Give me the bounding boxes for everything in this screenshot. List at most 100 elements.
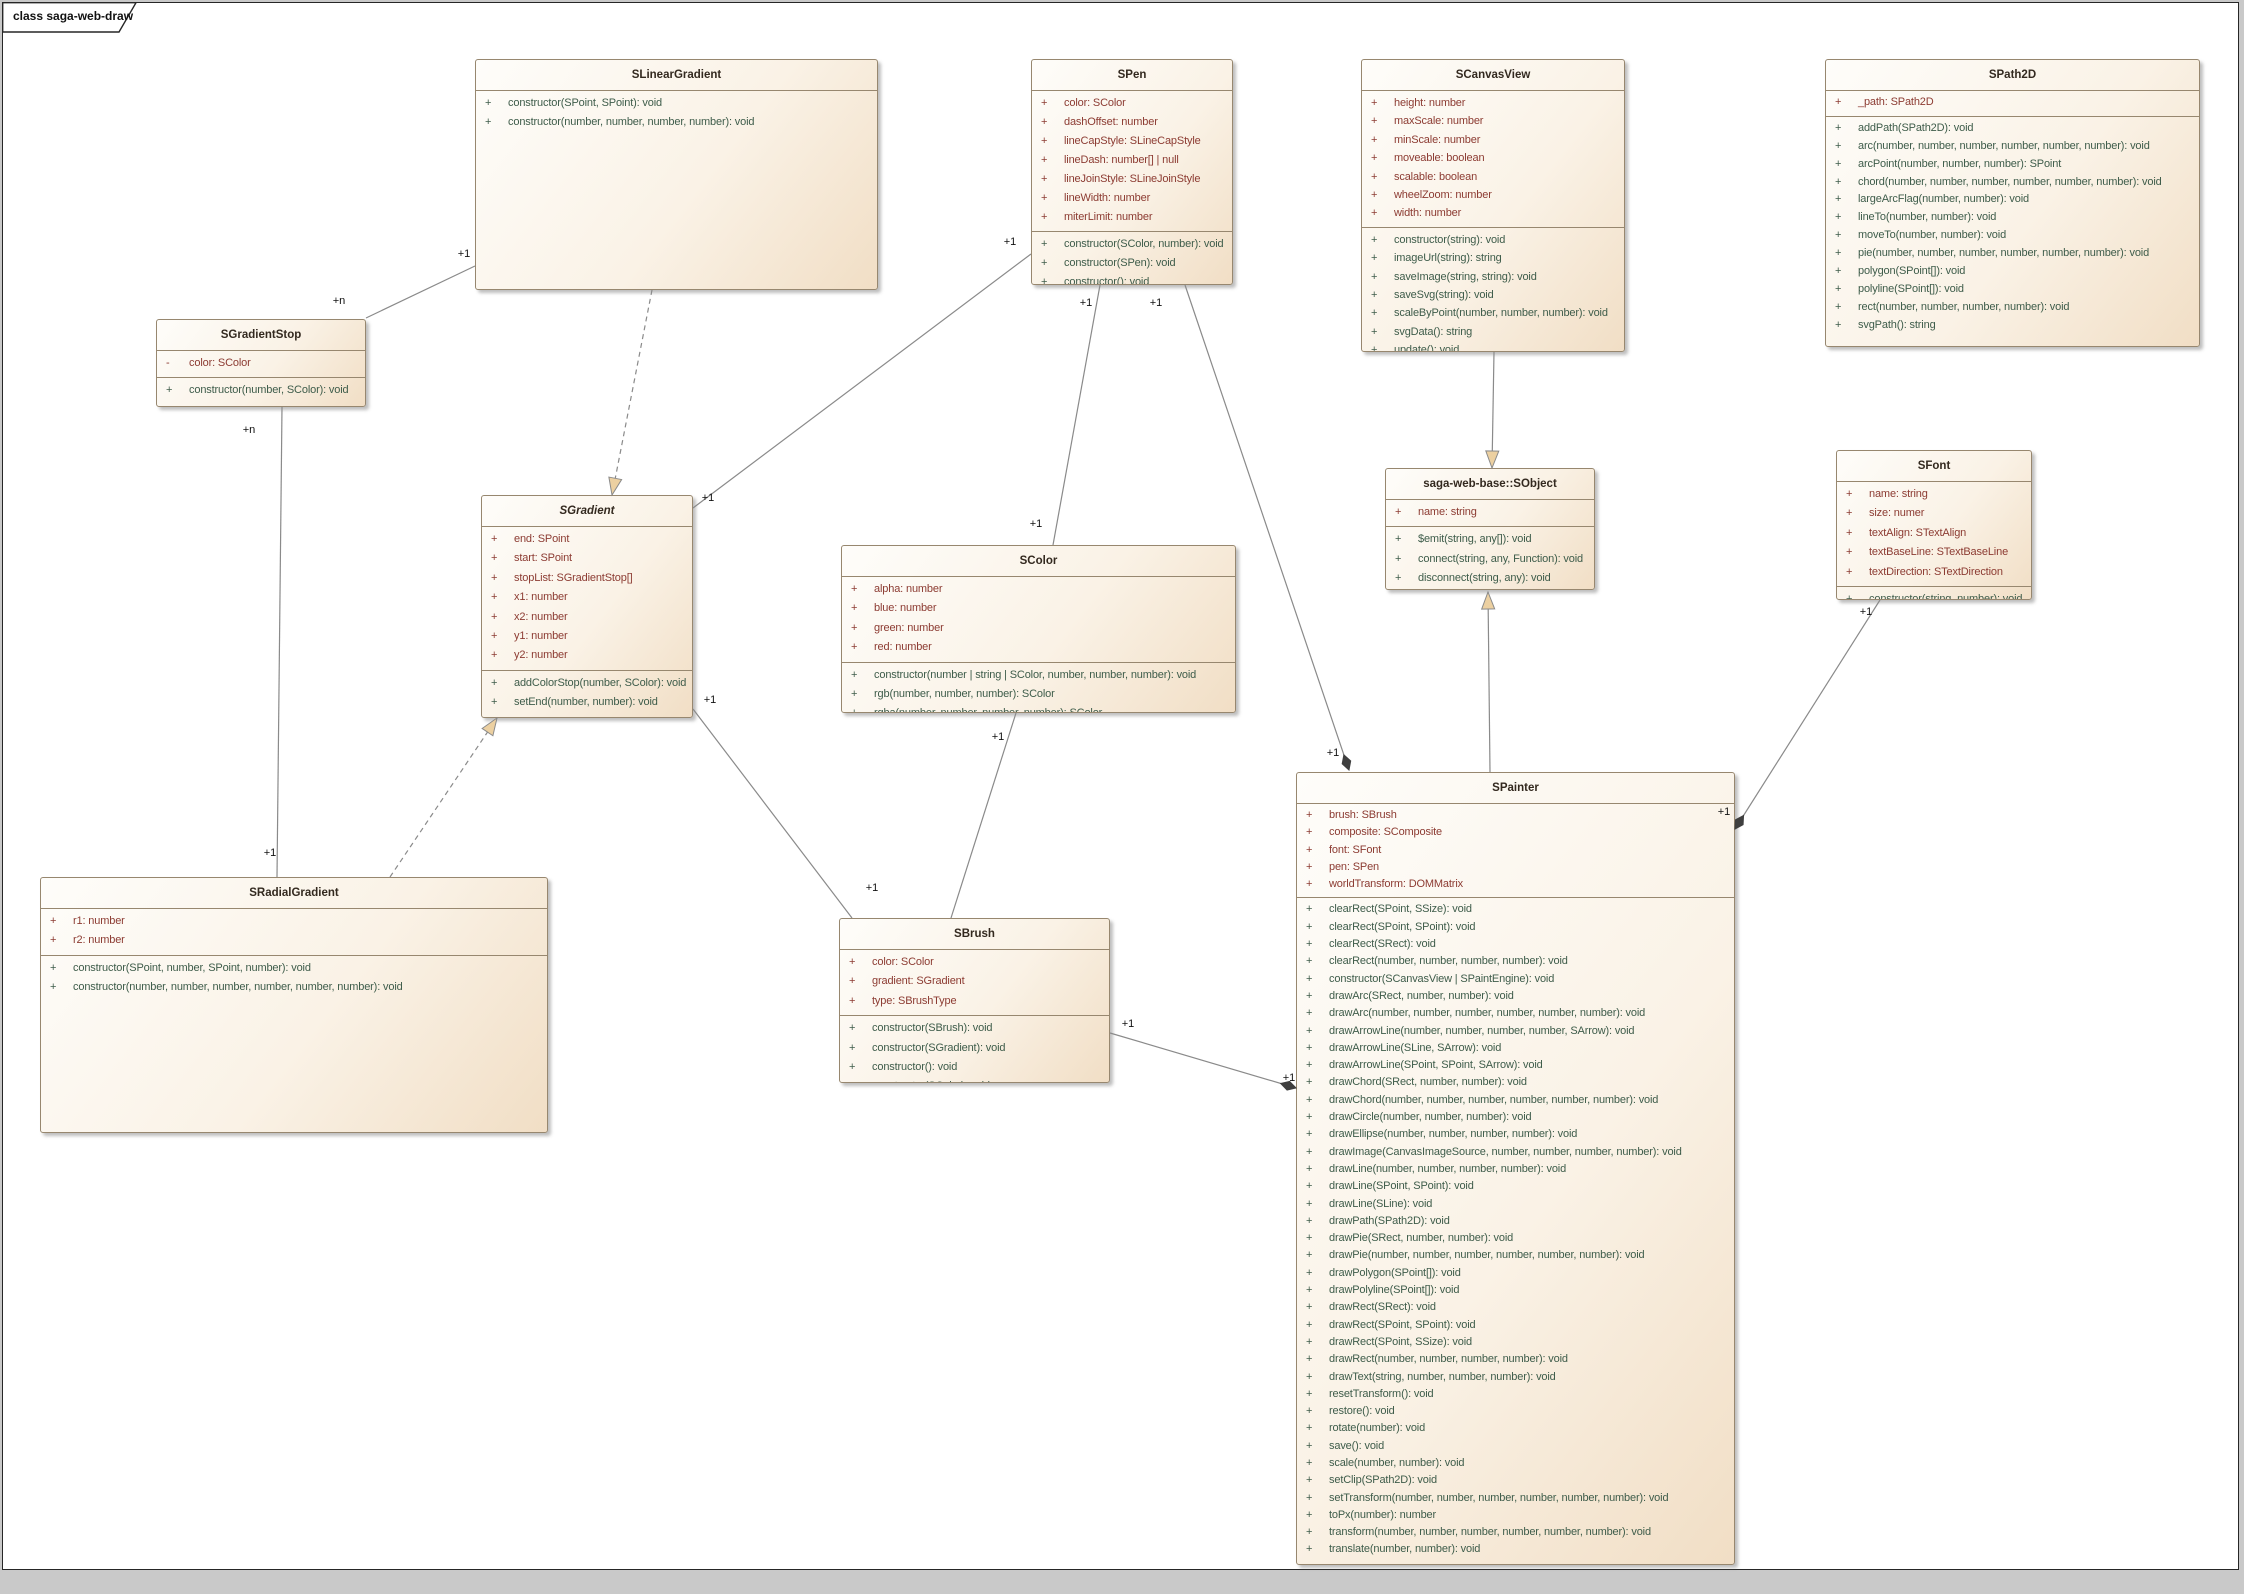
method-row: +rect(number, number, number, number): v… — [1826, 299, 2199, 317]
attribute-row: +alpha: number — [842, 580, 1235, 599]
method-row: +drawRect(SRect): void — [1297, 1299, 1734, 1316]
method-row: +chord(number, number, number, number, n… — [1826, 174, 2199, 192]
method-row: +constructor(SCanvasView | SPaintEngine)… — [1297, 971, 1734, 988]
method-row: +drawCircle(number, number, number): voi… — [1297, 1109, 1734, 1126]
attributes-compartment: +end: SPoint+start: SPoint+stopList: SGr… — [482, 527, 692, 670]
method-row: +svgData(): string — [1362, 323, 1624, 341]
method-row: +resetTransform(): void — [1297, 1386, 1734, 1403]
attributes-compartment: -color: SColor — [157, 351, 365, 377]
method-row: +drawArrowLine(number, number, number, n… — [1297, 1023, 1734, 1040]
class-SColor[interactable]: SColor+alpha: number+blue: number+green:… — [841, 545, 1236, 713]
methods-compartment: +$emit(string, any[]): void+connect(stri… — [1386, 526, 1594, 590]
method-row: +disconnect(string, any): void — [1386, 569, 1594, 588]
attribute-row: +wheelZoom: number — [1362, 186, 1624, 204]
method-row: +polygon(SPoint[]): void — [1826, 263, 2199, 281]
attribute-row: +minScale: number — [1362, 131, 1624, 149]
class-title: SRadialGradient — [41, 878, 547, 909]
method-row: +drawPie(SRect, number, number): void — [1297, 1230, 1734, 1247]
method-row: +scaleByPoint(number, number, number): v… — [1362, 304, 1624, 322]
attribute-row: +lineCapStyle: SLineCapStyle — [1032, 132, 1232, 151]
method-row: +constructor(SColor, number): void — [1032, 235, 1232, 254]
attribute-row: +pen: SPen — [1297, 859, 1734, 876]
methods-compartment: +constructor(number, SColor): void — [157, 377, 365, 404]
attribute-row: +dashOffset: number — [1032, 113, 1232, 132]
method-row: +rgba(number, number, number, number): S… — [842, 704, 1235, 713]
attribute-row: +textAlign: STextAlign — [1837, 524, 2031, 543]
method-row: +arcPoint(number, number, number): SPoin… — [1826, 156, 2199, 174]
class-title: SGradient — [482, 496, 692, 527]
attribute-row: +type: SBrushType — [840, 992, 1109, 1011]
class-SPen[interactable]: SPen+color: SColor+dashOffset: number+li… — [1031, 59, 1233, 285]
method-row: +drawRect(number, number, number, number… — [1297, 1351, 1734, 1368]
class-SPainter[interactable]: SPainter+brush: SBrush+composite: SCompo… — [1296, 772, 1735, 1565]
diagram-canvas: class saga-web-draw SLinearGradient+cons… — [0, 0, 2244, 1594]
method-row: +drawChord(number, number, number, numbe… — [1297, 1092, 1734, 1109]
method-row: +connect(string, any, Function): void — [1386, 550, 1594, 569]
method-row: +clearRect(number, number, number, numbe… — [1297, 953, 1734, 970]
class-SGradient[interactable]: SGradient+end: SPoint+start: SPoint+stop… — [481, 495, 693, 718]
attribute-row: +textBaseLine: STextBaseLine — [1837, 543, 2031, 562]
method-row: +drawText(string, number, number, number… — [1297, 1369, 1734, 1386]
class-title: SColor — [842, 546, 1235, 577]
attribute-row: +maxScale: number — [1362, 112, 1624, 130]
method-row: +transform(number, number, number, numbe… — [1297, 1524, 1734, 1541]
class-title: saga-web-base::SObject — [1386, 469, 1594, 500]
methods-compartment: +constructor(SPoint, number, SPoint, num… — [41, 955, 547, 1002]
method-row: +save(): void — [1297, 1438, 1734, 1455]
method-row: +imageUrl(string): string — [1362, 249, 1624, 267]
attribute-row: -color: SColor — [157, 354, 365, 373]
methods-compartment: +constructor(number | string | SColor, n… — [842, 662, 1235, 713]
attribute-row: +start: SPoint — [482, 549, 692, 568]
method-row: +rotate(number): void — [1297, 1420, 1734, 1437]
method-row: +toPx(number): number — [1297, 1507, 1734, 1524]
class-saga-web-base-SObject[interactable]: saga-web-base::SObject+name: string+$emi… — [1385, 468, 1595, 590]
method-row: +drawPolyline(SPoint[]): void — [1297, 1282, 1734, 1299]
class-SFont[interactable]: SFont+name: string+size: numer+textAlign… — [1836, 450, 2032, 600]
class-SCanvasView[interactable]: SCanvasView+height: number+maxScale: num… — [1361, 59, 1625, 352]
methods-compartment: +addPath(SPath2D): void+arc(number, numb… — [1826, 116, 2199, 339]
method-row: +constructor(number | string | SColor, n… — [842, 666, 1235, 685]
method-row: +addPath(SPath2D): void — [1826, 120, 2199, 138]
method-row: +drawArc(SRect, number, number): void — [1297, 988, 1734, 1005]
attribute-row: +worldTransform: DOMMatrix — [1297, 876, 1734, 893]
attribute-row: +color: SColor — [1032, 94, 1232, 113]
method-row: +constructor(SPoint, number, SPoint, num… — [41, 959, 547, 978]
attributes-compartment: +r1: number+r2: number — [41, 909, 547, 955]
class-SBrush[interactable]: SBrush+color: SColor+gradient: SGradient… — [839, 918, 1110, 1083]
method-row: +constructor(number, number, number, num… — [41, 978, 547, 997]
class-SGradientStop[interactable]: SGradientStop -color: SColor +constructor(… — [156, 319, 366, 407]
methods-compartment: +clearRect(SPoint, SSize): void+clearRec… — [1297, 897, 1734, 1562]
attribute-row: +miterLimit: number — [1032, 208, 1232, 227]
attribute-row: +red: number — [842, 638, 1235, 657]
attribute-row: +composite: SComposite — [1297, 824, 1734, 841]
class-title: SLinearGradient — [476, 60, 877, 91]
class-title: SGradientStop — [157, 320, 365, 351]
method-row: +addColorStop(number, SColor): void — [482, 674, 692, 693]
attribute-row: +scalable: boolean — [1362, 168, 1624, 186]
attribute-row: +stopList: SGradientStop[] — [482, 569, 692, 588]
method-row: +clearRect(SRect): void — [1297, 936, 1734, 953]
method-row: +drawPath(SPath2D): void — [1297, 1213, 1734, 1230]
method-row: +saveImage(string, string): void — [1362, 268, 1624, 286]
class-SRadialGradient[interactable]: SRadialGradient+r1: number+r2: number+co… — [40, 877, 548, 1133]
class-SLinearGradient[interactable]: SLinearGradient+constructor(SPoint, SPoi… — [475, 59, 878, 290]
attribute-row: +font: SFont — [1297, 842, 1734, 859]
method-row: +drawLine(SPoint, SPoint): void — [1297, 1178, 1734, 1195]
attribute-row: +lineJoinStyle: SLineJoinStyle — [1032, 170, 1232, 189]
method-row: +clearRect(SPoint, SPoint): void — [1297, 919, 1734, 936]
method-row: +drawArc(number, number, number, number,… — [1297, 1005, 1734, 1022]
attribute-row: +lineDash: number[] | null — [1032, 151, 1232, 170]
method-row: +scale(number, number): void — [1297, 1455, 1734, 1472]
attribute-row: +x2: number — [482, 608, 692, 627]
attribute-row: +textDirection: STextDirection — [1837, 563, 2031, 582]
class-SPath2D[interactable]: SPath2D+_path: SPath2D+addPath(SPath2D):… — [1825, 59, 2200, 347]
attribute-row: +r1: number — [41, 912, 547, 931]
attribute-row: +y1: number — [482, 627, 692, 646]
attribute-row: +y2: number — [482, 646, 692, 665]
method-row: +drawArrowLine(SLine, SArrow): void — [1297, 1040, 1734, 1057]
attribute-row: +r2: number — [41, 931, 547, 950]
methods-compartment: +constructor(SPoint, SPoint): void+const… — [476, 91, 877, 137]
class-title: SFont — [1837, 451, 2031, 482]
method-row: +constructor(number, number, number, num… — [476, 113, 877, 132]
diagram-tab-label: class saga-web-draw — [13, 9, 133, 23]
